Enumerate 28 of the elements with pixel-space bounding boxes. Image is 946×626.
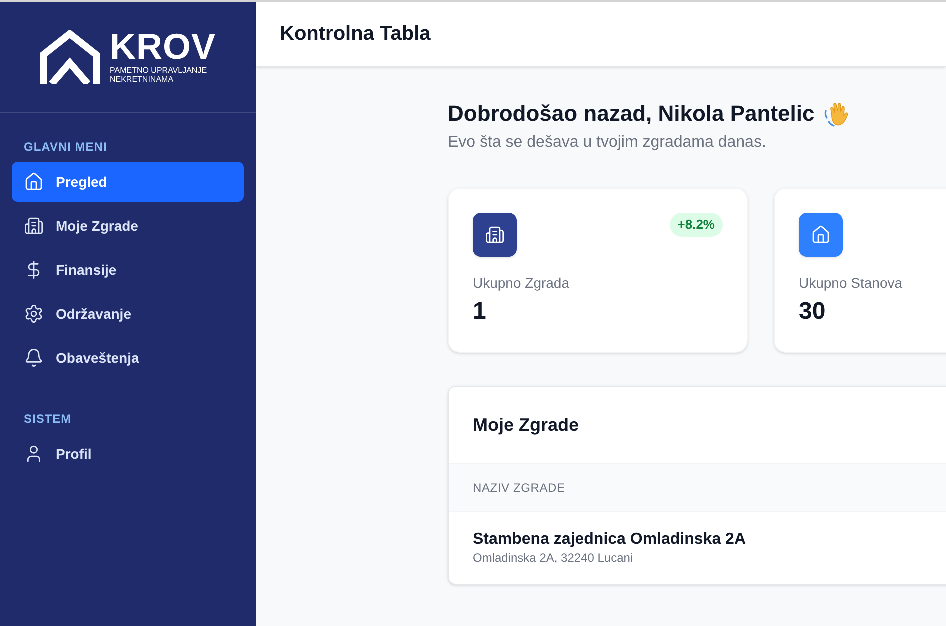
logo-wordmark: KROV <box>110 30 216 62</box>
building-name: Stambena zajednica Omladinska 2A <box>473 530 747 550</box>
stat-label: Ukupno Stanova <box>799 274 904 293</box>
stat-value: 30 <box>799 297 827 327</box>
settings-icon <box>24 304 44 324</box>
waving-hand-icon <box>822 100 850 128</box>
nav-item[interactable]: Obaveštenja <box>12 338 244 378</box>
nav-item[interactable]: Pregled <box>12 162 244 202</box>
page-title: Kontrolna Tabla <box>280 22 431 47</box>
card-title: Moje Zgrade <box>473 414 580 437</box>
nav-item[interactable]: Moje Zgrade <box>12 206 244 246</box>
stat-value: 1 <box>473 297 488 327</box>
building-address: Omladinska 2A, 32240 Lucani <box>473 550 634 566</box>
bell-icon <box>24 348 44 368</box>
building-icon <box>24 216 44 236</box>
trend-badge: +8.2% <box>670 213 723 237</box>
home-icon <box>24 172 44 192</box>
welcome-heading: Dobrodošao nazad, Nikola Pantelic <box>448 100 815 128</box>
nav-section-title: GLAVNI MENI <box>23 139 108 155</box>
welcome-subtitle: Evo šta se dešava u tvojim zgradama danas. <box>448 133 768 153</box>
nav-item[interactable]: Održavanje <box>12 294 244 334</box>
nav-section-title: SISTEM <box>23 411 73 427</box>
nav-item[interactable]: Finansije <box>12 250 244 290</box>
nav-item[interactable]: Profil <box>12 434 244 474</box>
roof-logo-icon <box>40 30 100 84</box>
stat-label: Ukupno Zgrada <box>473 274 571 293</box>
column-header: NAZIV ZGRADE <box>473 480 566 496</box>
logo-tagline: PAMETNO UPRAVLJANJE NEKRETNINAMA <box>110 66 208 84</box>
